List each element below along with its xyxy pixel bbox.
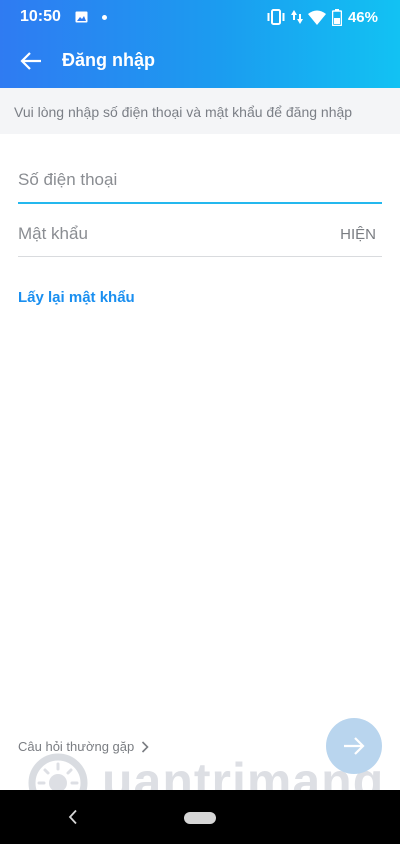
faq-link[interactable]: Câu hỏi thường gặp [18,739,149,754]
password-input[interactable] [18,224,318,244]
data-arrows-icon [290,10,303,24]
page-title: Đăng nhập [62,50,155,70]
app-bar: Đăng nhập [0,34,400,88]
status-icons: 46% [267,7,378,27]
nav-home-pill[interactable] [184,812,216,824]
next-button[interactable] [326,718,382,774]
battery-level: 46% [347,8,378,26]
battery-icon [331,8,342,26]
header: 10:50 46% Đăng nhập [0,0,400,88]
instruction-text: Vui lòng nhập số điện thoại và mật khẩu … [14,104,353,120]
arrow-right-icon [344,737,365,755]
arrow-left-icon [20,52,41,70]
chevron-right-icon [142,740,149,753]
status-bar: 10:50 46% [0,0,400,34]
dot-icon [102,15,107,20]
faq-link-label: Câu hỏi thường gặp [18,739,135,754]
show-password-toggle[interactable]: HIỆN [340,226,376,243]
recover-password-link[interactable]: Lấy lại mật khẩu [18,289,135,306]
phone-field [18,162,382,204]
instruction-banner: Vui lòng nhập số điện thoại và mật khẩu … [0,88,400,134]
back-button[interactable] [14,44,48,78]
vibrate-icon [267,9,285,25]
photo-icon [75,11,88,23]
status-time: 10:50 [20,8,61,25]
phone-input[interactable] [18,170,318,190]
password-field: HIỆN [18,216,382,257]
wifi-icon [307,10,326,25]
system-nav-bar [0,790,400,844]
nav-back-icon[interactable] [68,809,78,825]
